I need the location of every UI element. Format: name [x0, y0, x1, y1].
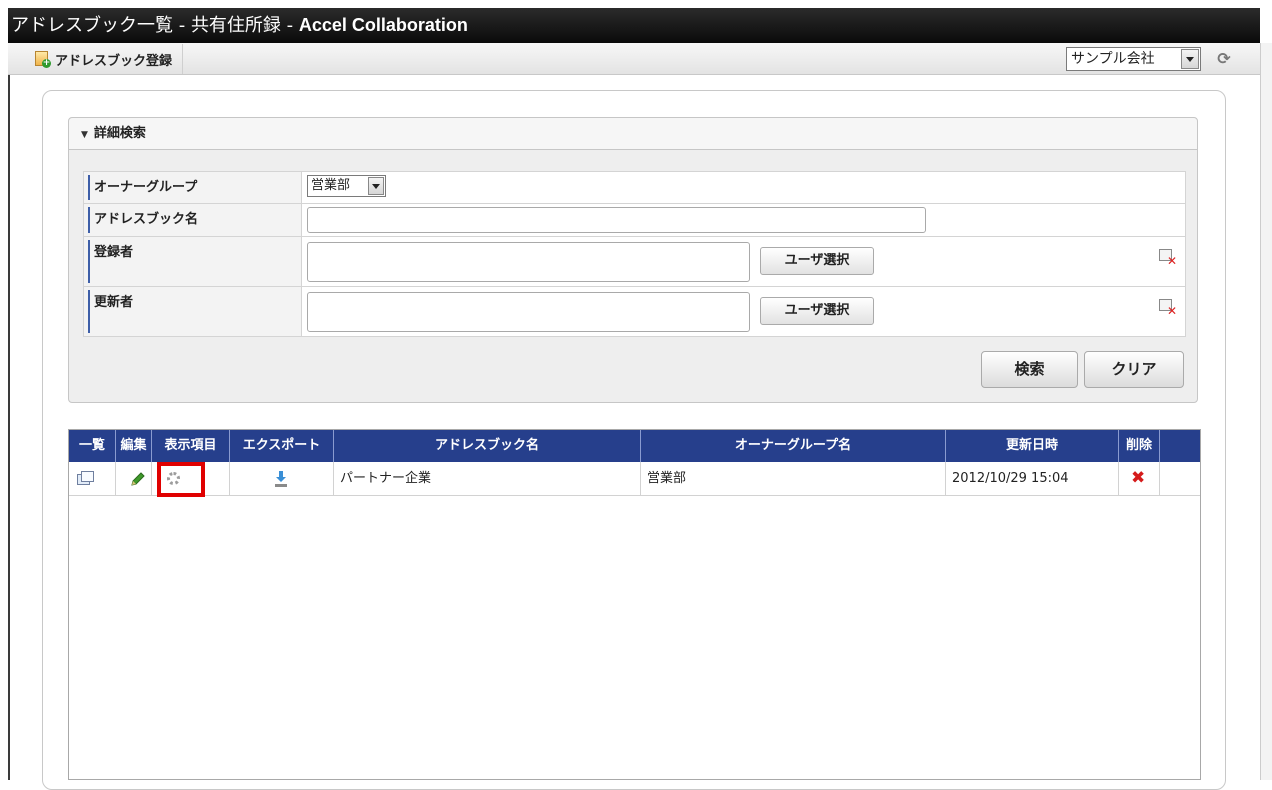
table-row: パートナー企業 営業部 2012/10/29 15:04 ✖: [69, 462, 1200, 497]
window-title: アドレスブック一覧 - 共有住所録 -: [11, 15, 299, 36]
scrollbar[interactable]: [1260, 43, 1272, 780]
updater-input[interactable]: [307, 292, 750, 332]
column-header-addressbook-name[interactable]: アドレスブック名: [334, 430, 641, 462]
advanced-search-panel: ▼ 詳細検索 オーナーグループ 営業部 アドレスブック名 登録者 ユーザ選択 ✕: [68, 117, 1198, 403]
search-button[interactable]: 検索: [981, 351, 1078, 388]
owner-group-label: オーナーグループ: [83, 171, 302, 204]
clear-updater-icon[interactable]: ✕: [1159, 299, 1177, 317]
advanced-search-title: 詳細検索: [93, 126, 146, 141]
owner-group-cell: 営業部: [641, 462, 946, 495]
download-icon[interactable]: [274, 470, 288, 488]
clear-button[interactable]: クリア: [1084, 351, 1184, 388]
addressbook-name-label: アドレスブック名: [83, 203, 302, 237]
owner-group-select[interactable]: 営業部: [307, 175, 386, 197]
column-header-display-items: 表示項目: [152, 430, 230, 462]
list-view-icon[interactable]: [77, 471, 94, 486]
chevron-down-icon[interactable]: [1181, 49, 1199, 69]
registrant-input[interactable]: [307, 242, 750, 282]
column-header-updated[interactable]: 更新日時: [946, 430, 1119, 462]
column-header-export: エクスポート: [230, 430, 334, 462]
delete-icon[interactable]: ✖: [1131, 468, 1145, 488]
register-addressbook-button[interactable]: + アドレスブック登録: [28, 44, 184, 74]
pencil-icon[interactable]: [129, 470, 147, 488]
updater-user-select-button[interactable]: ユーザ選択: [760, 297, 874, 325]
column-header-owner-group[interactable]: オーナーグループ名: [641, 430, 946, 462]
addressbook-table: 一覧 編集 表示項目 エクスポート アドレスブック名 オーナーグループ名 更新日…: [68, 429, 1201, 780]
updated-cell: 2012/10/29 15:04: [946, 462, 1119, 495]
refresh-icon[interactable]: ⟳: [1214, 49, 1234, 69]
search-form-table: オーナーグループ 営業部 アドレスブック名 登録者 ユーザ選択 ✕ 更新者 ユー…: [83, 171, 1186, 337]
register-addressbook-label: アドレスブック登録: [55, 53, 173, 69]
addressbook-name-cell[interactable]: パートナー企業: [334, 462, 641, 495]
registrant-label: 登録者: [83, 236, 302, 287]
window-title-bar: アドレスブック一覧 - 共有住所録 - Accel Collaboration: [8, 8, 1260, 43]
column-header-delete: 削除: [1119, 430, 1160, 462]
highlight-box: [157, 462, 205, 497]
frame-border: [8, 75, 10, 780]
column-header-list: 一覧: [69, 430, 116, 462]
updater-label: 更新者: [83, 286, 302, 337]
owner-group-value: 営業部: [311, 178, 351, 193]
collapse-triangle-icon[interactable]: ▼: [81, 119, 88, 151]
add-document-icon: +: [34, 51, 51, 68]
clear-registrant-icon[interactable]: ✕: [1159, 249, 1177, 267]
table-header: 一覧 編集 表示項目 エクスポート アドレスブック名 オーナーグループ名 更新日…: [69, 430, 1200, 462]
chevron-down-icon[interactable]: [368, 177, 384, 195]
column-header-edit: 編集: [116, 430, 152, 462]
advanced-search-header[interactable]: ▼ 詳細検索: [69, 118, 1197, 150]
addressbook-name-input[interactable]: [307, 207, 926, 233]
app-name: Accel Collaboration: [298, 15, 468, 35]
company-select[interactable]: サンプル会社: [1066, 47, 1201, 71]
company-select-value: サンプル会社: [1071, 51, 1155, 67]
registrant-user-select-button[interactable]: ユーザ選択: [760, 247, 874, 275]
